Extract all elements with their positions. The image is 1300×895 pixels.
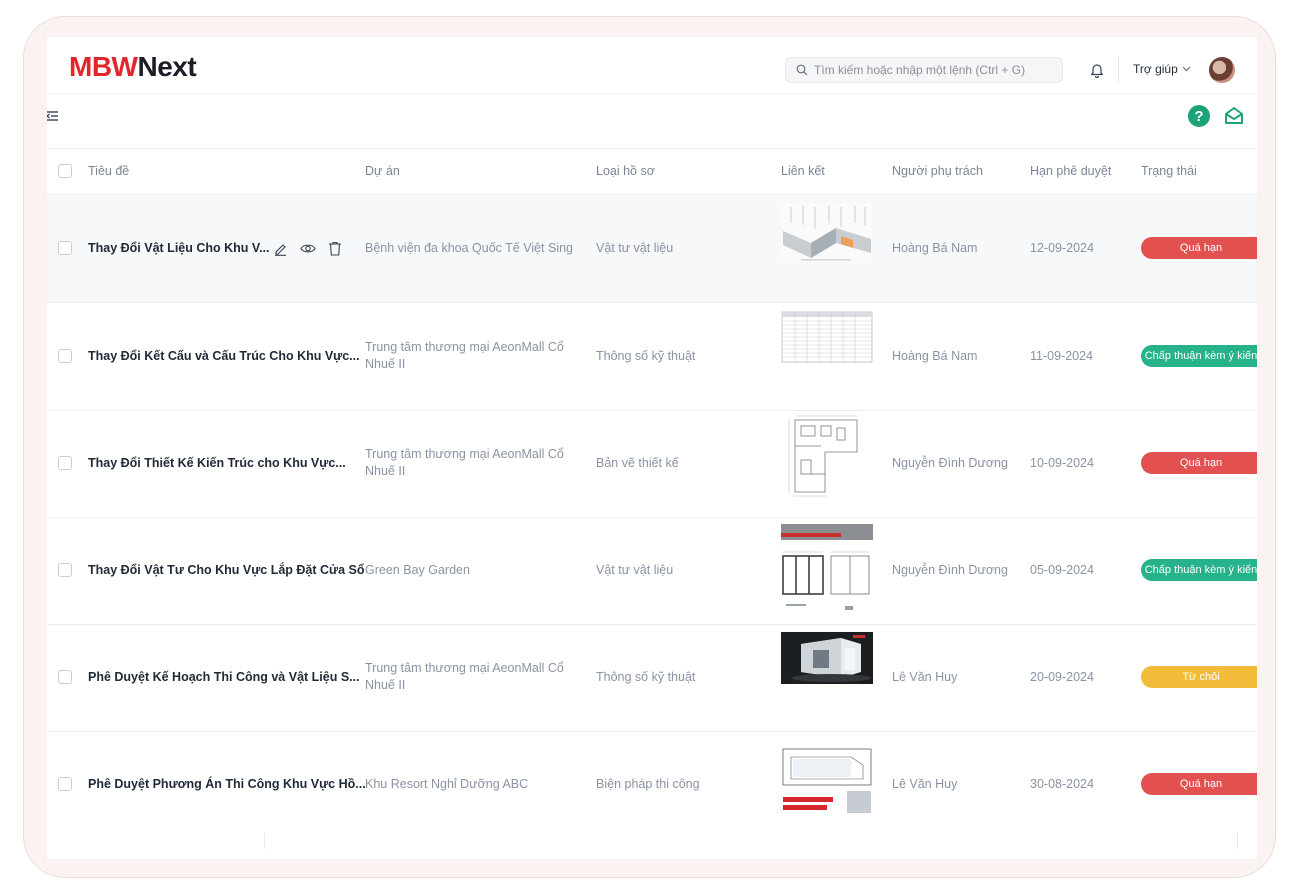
row-actions	[273, 240, 342, 256]
row-checkbox[interactable]	[58, 241, 72, 255]
logo-brand: MBW	[69, 51, 138, 82]
row-title[interactable]: Thay Đổi Kết Cấu và Cấu Trúc Cho Khu Vực…	[88, 348, 360, 365]
table-row[interactable]: Phê Duyệt Kế Hoạch Thi Công và Vật Liệu …	[47, 624, 1257, 732]
status-badge: Chấp thuận kèm ý kiến	[1141, 559, 1257, 581]
row-checkbox[interactable]	[58, 777, 72, 791]
row-deadline: 30-08-2024	[1030, 777, 1094, 791]
row-title[interactable]: Thay Đổi Vật Tư Cho Khu Vực Lắp Đặt Cửa …	[88, 562, 364, 579]
edit-icon[interactable]	[273, 241, 288, 256]
row-type: Biện pháp thi công	[596, 777, 700, 791]
spreadsheet-thumbnail	[781, 311, 873, 363]
column-header-link[interactable]: Liên kết	[781, 164, 825, 178]
window-drawing-thumbnail	[781, 524, 873, 610]
status-badge: Quá hạn	[1141, 452, 1257, 474]
row-title[interactable]: Phê Duyệt Kế Hoạch Thi Công và Vật Liệu …	[88, 669, 360, 686]
row-project: Khu Resort Nghỉ Dưỡng ABC	[365, 777, 529, 791]
row-owner: Nguyễn Đình Dương	[892, 563, 1008, 577]
status-badge: Chấp thuận kèm ý kiến	[1141, 345, 1257, 367]
row-title[interactable]: Thay Đổi Thiết Kế Kiến Trúc cho Khu Vực.…	[88, 455, 346, 472]
search-icon	[796, 64, 808, 76]
status-badge: Quá hạn	[1141, 237, 1257, 259]
header-divider	[1118, 57, 1119, 83]
row-title[interactable]: Phê Duyệt Phương Án Thi Công Khu Vực Hồ.…	[88, 776, 366, 793]
column-header-type[interactable]: Loại hồ sơ	[596, 164, 655, 178]
select-all-checkbox[interactable]	[58, 164, 72, 178]
row-deadline: 11-09-2024	[1030, 349, 1094, 363]
column-header-title[interactable]: Tiêu đề	[88, 164, 129, 178]
row-attachment-thumbnail[interactable]	[781, 311, 873, 371]
row-title[interactable]: Thay Đổi Vật Liệu Cho Khu V...	[88, 240, 270, 257]
column-header-project[interactable]: Dự án	[365, 164, 400, 178]
row-project: Trung tâm thương mại AeonMall Cổ Nhuế II	[365, 661, 564, 692]
user-avatar[interactable]	[1209, 57, 1235, 83]
status-badge: Quá hạn	[1141, 773, 1257, 795]
app-window: MBWNext Trợ giúp ? Tiêu đề Dự án Loại hồ…	[47, 37, 1257, 859]
table-row[interactable]: Thay Đổi Vật Tư Cho Khu Vực Lắp Đặt Cửa …	[47, 517, 1257, 625]
row-project: Trung tâm thương mại AeonMall Cổ Nhuế II	[365, 447, 564, 478]
row-attachment-thumbnail[interactable]	[781, 632, 873, 684]
table-header: Tiêu đề Dự án Loại hồ sơ Liên kết Người …	[47, 149, 1257, 195]
search-box[interactable]	[785, 57, 1063, 83]
table-row[interactable]: Thay Đổi Kết Cấu và Cấu Trúc Cho Khu Vực…	[47, 303, 1257, 411]
ramp-3d-thumbnail	[781, 203, 873, 263]
row-deadline: 10-09-2024	[1030, 456, 1094, 470]
row-type: Thông số kỹ thuật	[596, 349, 696, 363]
view-icon[interactable]	[300, 241, 316, 256]
notification-bell-icon[interactable]	[1090, 62, 1104, 78]
row-deadline: 20-09-2024	[1030, 670, 1094, 684]
row-owner: Nguyễn Đình Dương	[892, 456, 1008, 470]
row-checkbox[interactable]	[58, 456, 72, 470]
row-deadline: 12-09-2024	[1030, 241, 1094, 255]
row-attachment-thumbnail[interactable]	[781, 412, 873, 500]
row-type: Thông số kỹ thuật	[596, 670, 696, 684]
row-attachment-thumbnail[interactable]	[781, 524, 873, 616]
table-row[interactable]: Thay Đổi Vật Liệu Cho Khu V... Bệnh viện…	[47, 195, 1257, 303]
row-project: Green Bay Garden	[365, 563, 470, 577]
top-bar: MBWNext Trợ giúp	[47, 37, 1257, 94]
row-owner: Hoàng Bá Nam	[892, 349, 978, 363]
toolbar: ?	[47, 94, 1257, 149]
delete-icon[interactable]	[328, 241, 342, 256]
column-header-owner[interactable]: Người phụ trách	[892, 164, 983, 178]
search-input[interactable]	[814, 63, 1054, 77]
booth-render-thumbnail	[781, 632, 873, 684]
sidebar-collapse-icon[interactable]	[47, 109, 59, 123]
help-question-icon[interactable]: ?	[1188, 105, 1210, 127]
row-checkbox[interactable]	[58, 349, 72, 363]
row-attachment-thumbnail[interactable]	[781, 203, 873, 263]
scroll-marker-left	[264, 833, 265, 849]
row-owner: Lê Văn Huy	[892, 777, 958, 791]
table-row[interactable]: Thay Đổi Thiết Kế Kiến Trúc cho Khu Vực.…	[47, 410, 1257, 518]
app-logo[interactable]: MBWNext	[69, 51, 197, 82]
floor-plan-thumbnail	[788, 415, 858, 497]
pool-drawing-thumbnail	[781, 748, 872, 813]
table-row[interactable]: Phê Duyệt Phương Án Thi Công Khu Vực Hồ.…	[47, 731, 1257, 838]
row-project: Trung tâm thương mại AeonMall Cổ Nhuế II	[365, 340, 564, 371]
row-type: Vật tư vật liệu	[596, 563, 674, 577]
row-owner: Hoàng Bá Nam	[892, 241, 978, 255]
column-header-status[interactable]: Trạng thái	[1141, 164, 1197, 178]
help-menu-label: Trợ giúp	[1133, 62, 1178, 76]
row-attachment-thumbnail[interactable]	[781, 745, 873, 831]
row-owner: Lê Văn Huy	[892, 670, 958, 684]
row-project: Bệnh viện đa khoa Quốc Tế Việt Sing	[365, 241, 574, 255]
scroll-marker-right	[1237, 833, 1238, 849]
logo-suffix: Next	[137, 51, 197, 82]
row-type: Vật tư vật liệu	[596, 241, 674, 255]
row-checkbox[interactable]	[58, 670, 72, 684]
chevron-down-icon	[1182, 66, 1191, 72]
open-mail-icon[interactable]	[1223, 105, 1245, 127]
row-checkbox[interactable]	[58, 563, 72, 577]
column-header-deadline[interactable]: Hạn phê duyệt	[1030, 164, 1111, 178]
status-badge: Từ chối	[1141, 666, 1257, 688]
row-type: Bản vẽ thiết kế	[596, 456, 679, 470]
help-menu[interactable]: Trợ giúp	[1133, 62, 1191, 76]
row-deadline: 05-09-2024	[1030, 563, 1094, 577]
